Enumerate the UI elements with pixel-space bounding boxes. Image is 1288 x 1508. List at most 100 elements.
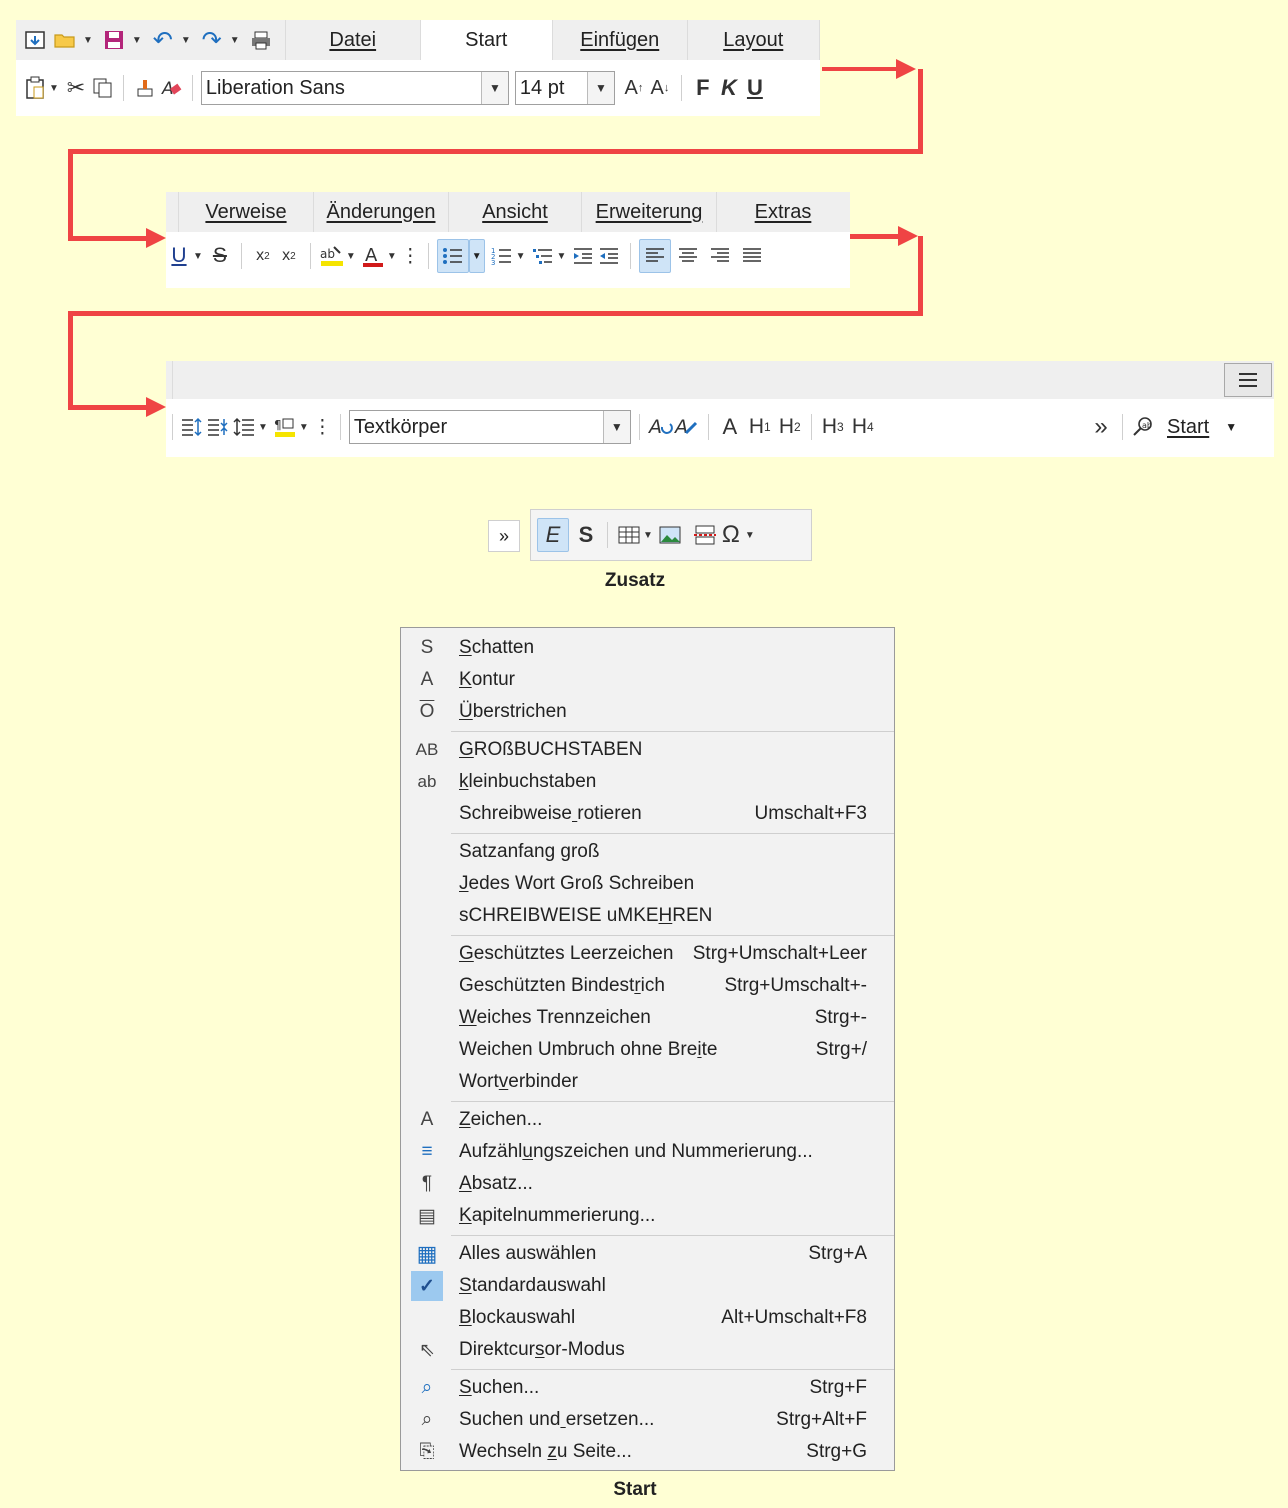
clone-formatting-icon[interactable] [132, 72, 158, 104]
decrease-indent-icon[interactable] [596, 240, 622, 272]
menu-item[interactable]: ⇖ Direktcursor-Modus [401, 1334, 894, 1366]
table-dropdown-icon[interactable]: ▼ [643, 530, 653, 541]
strikethrough-button[interactable]: S [207, 240, 233, 272]
open-folder-icon[interactable] [52, 24, 78, 56]
menu-item[interactable]: A Zeichen... [401, 1104, 894, 1136]
menu-item[interactable]: sCHREIBWEISE uMKEHREN [401, 900, 894, 932]
menu-item[interactable]: S Schatten [401, 632, 894, 664]
subscript-button[interactable]: x2 [250, 240, 276, 272]
default-character-style-button[interactable]: A [717, 411, 743, 443]
hamburger-menu-button[interactable] [1224, 363, 1272, 397]
ordered-list-button[interactable]: 123 [489, 240, 515, 272]
tab-verweise[interactable]: Verweise [179, 192, 314, 232]
menu-item[interactable]: ¶ Absatz... [401, 1168, 894, 1200]
save-dropdown-icon[interactable]: ▼ [132, 35, 142, 46]
paragraph-background-dropdown-icon[interactable]: ▼ [299, 422, 309, 433]
increase-indent-icon[interactable] [570, 240, 596, 272]
menu-item[interactable]: Satzanfang groß [401, 836, 894, 868]
more-options-icon[interactable]: ⋮ [313, 411, 332, 443]
highlight-dropdown-icon[interactable]: ▼ [346, 251, 356, 262]
outline-list-dropdown-icon[interactable]: ▼ [557, 251, 567, 262]
increase-paragraph-spacing-icon[interactable] [179, 411, 205, 443]
shrink-font-icon[interactable]: A ↓ [647, 72, 673, 104]
sidebar-toggle-button[interactable]: » [488, 520, 520, 552]
paste-dropdown-icon[interactable]: ▼ [49, 83, 59, 94]
align-right-button[interactable] [707, 240, 733, 272]
update-style-icon[interactable]: A [648, 411, 674, 443]
print-icon[interactable] [248, 24, 274, 56]
menu-item[interactable]: ⌕ Suchen und ersetzen... Strg+Alt+F [401, 1404, 894, 1436]
highlight-icon[interactable]: ab [319, 240, 345, 272]
copy-icon[interactable] [89, 72, 115, 104]
tab-ansicht[interactable]: Ansicht [449, 192, 582, 232]
special-character-icon[interactable]: Ω [718, 519, 744, 551]
decrease-paragraph-spacing-icon[interactable] [205, 411, 231, 443]
font-size-combobox[interactable]: 14 pt ▼ [514, 71, 615, 105]
special-character-dropdown-icon[interactable]: ▼ [745, 530, 755, 541]
tab-aenderungen[interactable]: Änderungen [314, 192, 449, 232]
page-break-icon[interactable] [692, 519, 718, 551]
menu-item[interactable]: Jedes Wort Groß Schreiben [401, 868, 894, 900]
image-icon[interactable] [657, 519, 683, 551]
start-dropdown-label[interactable]: Start [1167, 416, 1209, 439]
tab-layout[interactable]: Layout [688, 20, 820, 60]
save-icon[interactable] [101, 24, 127, 56]
justify-button[interactable] [739, 240, 765, 272]
bold-button[interactable]: F [690, 72, 716, 104]
menu-item[interactable]: ▦ Alles auswählen Strg+A [401, 1238, 894, 1270]
chevron-down-icon[interactable]: ▼ [1225, 420, 1237, 434]
italic-button[interactable]: K [716, 72, 742, 104]
unordered-list-button[interactable] [436, 239, 469, 273]
font-name-combobox[interactable]: Liberation Sans ▼ [200, 71, 509, 105]
menu-item[interactable]: ⌕ Suchen... Strg+F [401, 1372, 894, 1404]
menu-item[interactable]: AB GROßBUCHSTABEN [401, 734, 894, 766]
grow-font-icon[interactable]: A ↑ [621, 72, 647, 104]
tab-extras[interactable]: Extras [717, 192, 849, 232]
outline-list-button[interactable] [530, 240, 556, 272]
tab-einfuegen[interactable]: Einfügen [553, 20, 688, 60]
chevron-down-icon[interactable]: ▼ [586, 72, 614, 104]
underline-button[interactable]: U [742, 72, 768, 104]
chevron-down-icon[interactable]: ▼ [480, 72, 508, 104]
line-spacing-dropdown-icon[interactable]: ▼ [258, 422, 268, 433]
undo-icon[interactable]: ↶ [150, 24, 176, 56]
menu-item[interactable]: Blockauswahl Alt+Umschalt+F8 [401, 1302, 894, 1334]
tab-erweiterung[interactable]: Erweiterung [582, 192, 717, 232]
menu-item[interactable]: Geschütztes Leerzeichen Strg+Umschalt+Lee… [401, 938, 894, 970]
line-spacing-icon[interactable] [231, 411, 257, 443]
find-replace-icon[interactable]: ab [1131, 411, 1157, 443]
more-options-icon[interactable]: ⋮ [401, 240, 420, 272]
open-dropdown-icon[interactable]: ▼ [83, 35, 93, 46]
menu-item[interactable]: Geschützten Bindestrich Strg+Umschalt+- [401, 970, 894, 1002]
clear-formatting-icon[interactable]: A [158, 72, 184, 104]
paragraph-style-combobox[interactable]: Textkörper ▼ [348, 410, 631, 444]
font-color-dropdown-icon[interactable]: ▼ [387, 251, 397, 262]
cut-icon[interactable]: ✂ [63, 72, 89, 104]
chevron-down-icon[interactable]: ▼ [602, 411, 630, 443]
new-document-icon[interactable] [22, 24, 48, 56]
ordered-list-dropdown-icon[interactable]: ▼ [516, 251, 526, 262]
menu-item[interactable]: ⎘ Wechseln zu Seite... Strg+G [401, 1436, 894, 1468]
menu-item[interactable]: ≡ Aufzählungszeichen und Nummerierung... [401, 1136, 894, 1168]
s-button[interactable]: S [573, 519, 599, 551]
heading-1-button[interactable]: H1 [747, 411, 773, 443]
tab-datei[interactable]: Datei [286, 20, 421, 60]
redo-icon[interactable]: ↷ [199, 24, 225, 56]
menu-item[interactable]: ✓ Standardauswahl [401, 1270, 894, 1302]
menu-item[interactable]: Schreibweise rotieren Umschalt+F3 [401, 798, 894, 830]
tab-start[interactable]: Start [420, 20, 553, 60]
superscript-button[interactable]: x2 [276, 240, 302, 272]
align-left-button[interactable] [639, 239, 672, 273]
overflow-chevron-icon[interactable]: » [1088, 411, 1114, 443]
unordered-list-dropdown-icon[interactable]: ▼ [468, 239, 485, 273]
new-style-icon[interactable]: A [674, 411, 700, 443]
menu-item[interactable]: O Überstrichen [401, 696, 894, 728]
heading-4-button[interactable]: H4 [850, 411, 876, 443]
paste-icon[interactable] [22, 72, 48, 104]
undo-dropdown-icon[interactable]: ▼ [181, 35, 191, 46]
menu-item[interactable]: ▤ Kapitelnummerierung... [401, 1200, 894, 1232]
redo-dropdown-icon[interactable]: ▼ [230, 35, 240, 46]
table-icon[interactable] [616, 519, 642, 551]
menu-item[interactable]: Wortverbinder [401, 1066, 894, 1098]
heading-3-button[interactable]: H3 [820, 411, 846, 443]
